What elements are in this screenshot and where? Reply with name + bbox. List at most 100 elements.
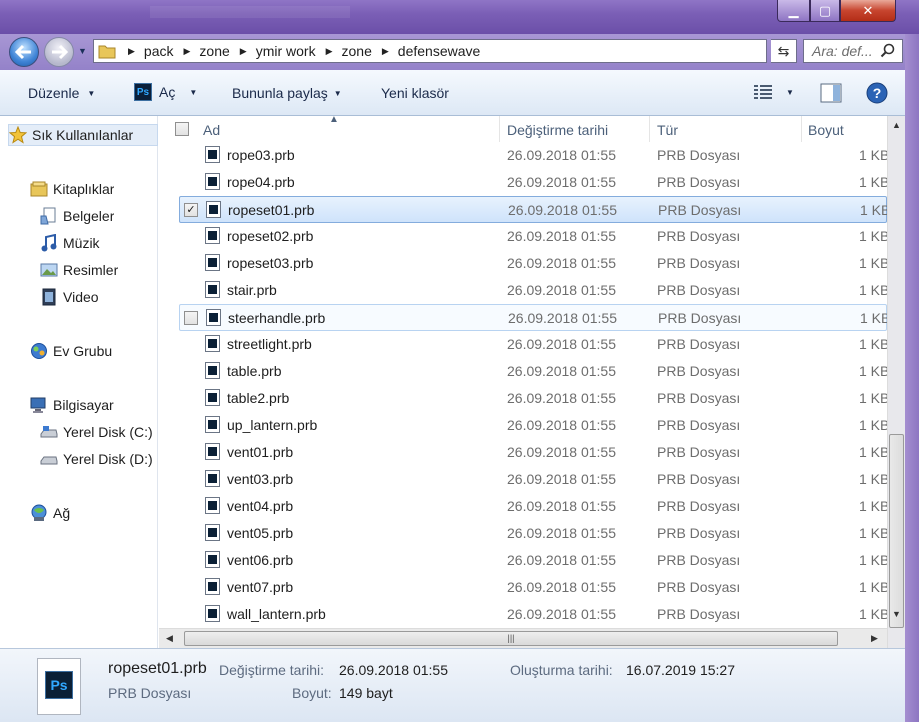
row-checkbox[interactable]: ✓ bbox=[184, 203, 198, 217]
share-menu[interactable]: Bununla paylaş ▼ bbox=[232, 85, 342, 101]
nav-homegroup[interactable]: Ev Grubu bbox=[30, 340, 112, 362]
file-row[interactable]: vent01.prb 26.09.2018 01:55 PRB Dosyası 1 K… bbox=[179, 439, 887, 466]
file-row[interactable]: vent06.prb 26.09.2018 01:55 PRB Dosyası 1 K… bbox=[179, 547, 887, 574]
file-modified-date: 26.09.2018 01:55 bbox=[507, 390, 616, 406]
file-row[interactable]: ✓ ropeset01.prb 26.09.2018 01:55 PRB Dosyas… bbox=[179, 196, 887, 223]
file-size: 1 KB bbox=[859, 363, 887, 379]
file-row[interactable]: table2.prb 26.09.2018 01:55 PRB Dosyası 1 K… bbox=[179, 385, 887, 412]
maximize-button[interactable]: ▢ bbox=[810, 0, 840, 22]
nav-documents[interactable]: Belgeler bbox=[40, 205, 114, 227]
file-modified-date: 26.09.2018 01:55 bbox=[507, 282, 616, 298]
open-menu[interactable]: Ps Aç ▼ bbox=[134, 83, 197, 101]
scroll-right-arrow-icon[interactable]: ▶ bbox=[871, 633, 878, 644]
nav-libraries[interactable]: Kitaplıklar bbox=[30, 178, 114, 200]
file-row[interactable]: steerhandle.prb 26.09.2018 01:55 PRB Dosya… bbox=[179, 304, 887, 331]
file-row[interactable]: vent04.prb 26.09.2018 01:55 PRB Dosyası 1 K… bbox=[179, 493, 887, 520]
nav-computer[interactable]: Bilgisayar bbox=[30, 394, 114, 416]
breadcrumb-item[interactable]: pack bbox=[144, 43, 174, 59]
file-row[interactable]: stair.prb 26.09.2018 01:55 PRB Dosyası 1 KB bbox=[179, 277, 887, 304]
select-all-checkbox[interactable] bbox=[175, 122, 189, 136]
vertical-scrollbar[interactable]: ▲ ▼ bbox=[887, 116, 905, 648]
column-header-name[interactable]: Ad bbox=[203, 122, 220, 138]
file-row[interactable]: wall_lantern.prb 26.09.2018 01:55 PRB Dosy… bbox=[179, 601, 887, 628]
file-modified-date: 26.09.2018 01:55 bbox=[508, 310, 617, 326]
scroll-down-arrow-icon[interactable]: ▼ bbox=[892, 609, 901, 619]
title-bar: ▁ ▢ ✕ bbox=[0, 0, 919, 34]
scroll-left-arrow-icon[interactable]: ◀ bbox=[166, 633, 173, 644]
nav-music[interactable]: Müzik bbox=[40, 232, 100, 254]
file-size: 1 KB bbox=[859, 606, 887, 622]
file-row[interactable]: vent05.prb 26.09.2018 01:55 PRB Dosyası 1 K… bbox=[179, 520, 887, 547]
file-row[interactable]: vent03.prb 26.09.2018 01:55 PRB Dosyası 1 K… bbox=[179, 466, 887, 493]
photoshop-file-icon bbox=[205, 173, 220, 190]
new-folder-button[interactable]: Yeni klasör bbox=[381, 85, 449, 101]
preview-pane-button[interactable] bbox=[820, 83, 842, 103]
horizontal-scroll-thumb[interactable]: ||| bbox=[184, 631, 838, 646]
file-size: 1 KB bbox=[859, 174, 887, 190]
file-modified-date: 26.09.2018 01:55 bbox=[507, 552, 616, 568]
file-name: rope04.prb bbox=[227, 174, 295, 190]
refresh-button[interactable]: ⇆ bbox=[771, 39, 797, 63]
address-bar[interactable]: ▶ pack ▶ zone ▶ ymir work ▶ zone ▶ defensewav… bbox=[93, 39, 858, 63]
breadcrumb: ▶ pack ▶ zone ▶ ymir work ▶ zone ▶ defensewav… bbox=[118, 43, 480, 59]
scroll-up-arrow-icon[interactable]: ▲ bbox=[892, 120, 901, 130]
file-row[interactable]: table.prb 26.09.2018 01:55 PRB Dosyası 1 KB bbox=[179, 358, 887, 385]
breadcrumb-separator[interactable]: ▶ bbox=[240, 46, 247, 57]
details-pane: Ps ropeset01.prb PRB Dosyası Değiştirme … bbox=[0, 648, 905, 722]
photoshop-icon: Ps bbox=[45, 671, 73, 699]
vertical-scroll-thumb[interactable] bbox=[889, 434, 904, 628]
column-header-type[interactable]: Tür bbox=[657, 122, 678, 138]
file-row[interactable]: streetlight.prb 26.09.2018 01:55 PRB Dosya… bbox=[179, 331, 887, 358]
photoshop-file-icon bbox=[205, 416, 220, 433]
breadcrumb-item[interactable]: zone bbox=[342, 43, 372, 59]
back-button[interactable] bbox=[9, 37, 39, 67]
view-options-button[interactable]: ▼ bbox=[753, 84, 794, 100]
minimize-button[interactable]: ▁ bbox=[777, 0, 810, 22]
nav-disk-c[interactable]: Yerel Disk (C:) bbox=[40, 421, 158, 443]
breadcrumb-separator[interactable]: ▶ bbox=[184, 46, 191, 57]
file-row[interactable]: up_lantern.prb 26.09.2018 01:55 PRB Dosyas… bbox=[179, 412, 887, 439]
row-checkbox[interactable] bbox=[184, 311, 198, 325]
file-modified-date: 26.09.2018 01:55 bbox=[507, 444, 616, 460]
recent-pages-dropdown[interactable]: ▼ bbox=[78, 46, 90, 58]
column-divider[interactable] bbox=[801, 116, 802, 142]
file-name: ropeset03.prb bbox=[227, 255, 314, 271]
nav-label: Ev Grubu bbox=[53, 343, 113, 359]
nav-favorites[interactable]: Sık Kullanılanlar bbox=[8, 124, 158, 146]
column-divider[interactable] bbox=[499, 116, 500, 142]
nav-pictures[interactable]: Resimler bbox=[40, 259, 118, 281]
file-type: PRB Dosyası bbox=[657, 606, 741, 622]
nav-video[interactable]: Video bbox=[40, 286, 99, 308]
file-row[interactable]: ropeset03.prb 26.09.2018 01:55 PRB Dosyası… bbox=[179, 250, 887, 277]
library-icon bbox=[30, 180, 48, 198]
breadcrumb-separator[interactable]: ▶ bbox=[382, 46, 389, 57]
photoshop-file-icon bbox=[205, 281, 220, 298]
close-button[interactable]: ✕ bbox=[840, 0, 896, 22]
file-name: up_lantern.prb bbox=[227, 417, 318, 433]
organize-menu[interactable]: Düzenle ▼ bbox=[28, 85, 95, 101]
nav-label: Yerel Disk (C:) bbox=[63, 424, 153, 440]
nav-disk-d[interactable]: Yerel Disk (D:) bbox=[40, 448, 158, 470]
horizontal-scrollbar[interactable]: ◀ ||| ▶ bbox=[159, 628, 887, 648]
file-row[interactable]: rope04.prb 26.09.2018 01:55 PRB Dosyası 1 K… bbox=[179, 169, 887, 196]
breadcrumb-separator[interactable]: ▶ bbox=[326, 46, 333, 57]
search-input[interactable]: Ara: def... bbox=[803, 39, 903, 63]
breadcrumb-item[interactable]: ymir work bbox=[256, 43, 316, 59]
file-row[interactable]: rope03.prb 26.09.2018 01:55 PRB Dosyası 1 K… bbox=[179, 142, 887, 169]
column-header-modified[interactable]: Değiştirme tarihi bbox=[507, 122, 608, 138]
file-row[interactable]: vent07.prb 26.09.2018 01:55 PRB Dosyası 1 K… bbox=[179, 574, 887, 601]
file-modified-date: 26.09.2018 01:55 bbox=[507, 255, 616, 271]
help-button[interactable]: ? bbox=[866, 82, 888, 104]
column-header-size[interactable]: Boyut bbox=[808, 122, 844, 138]
breadcrumb-item[interactable]: defensewave bbox=[398, 43, 481, 59]
file-modified-date: 26.09.2018 01:55 bbox=[507, 498, 616, 514]
file-row[interactable]: ropeset02.prb 26.09.2018 01:55 PRB Dosyası… bbox=[179, 223, 887, 250]
details-filename: ropeset01.prb bbox=[108, 660, 207, 677]
breadcrumb-item[interactable]: zone bbox=[199, 43, 229, 59]
column-divider[interactable] bbox=[649, 116, 650, 142]
breadcrumb-separator[interactable]: ▶ bbox=[128, 46, 135, 57]
close-icon: ✕ bbox=[862, 2, 874, 18]
nav-label: Belgeler bbox=[63, 208, 115, 224]
nav-network[interactable]: Ağ bbox=[30, 502, 70, 524]
forward-button[interactable] bbox=[44, 37, 74, 67]
